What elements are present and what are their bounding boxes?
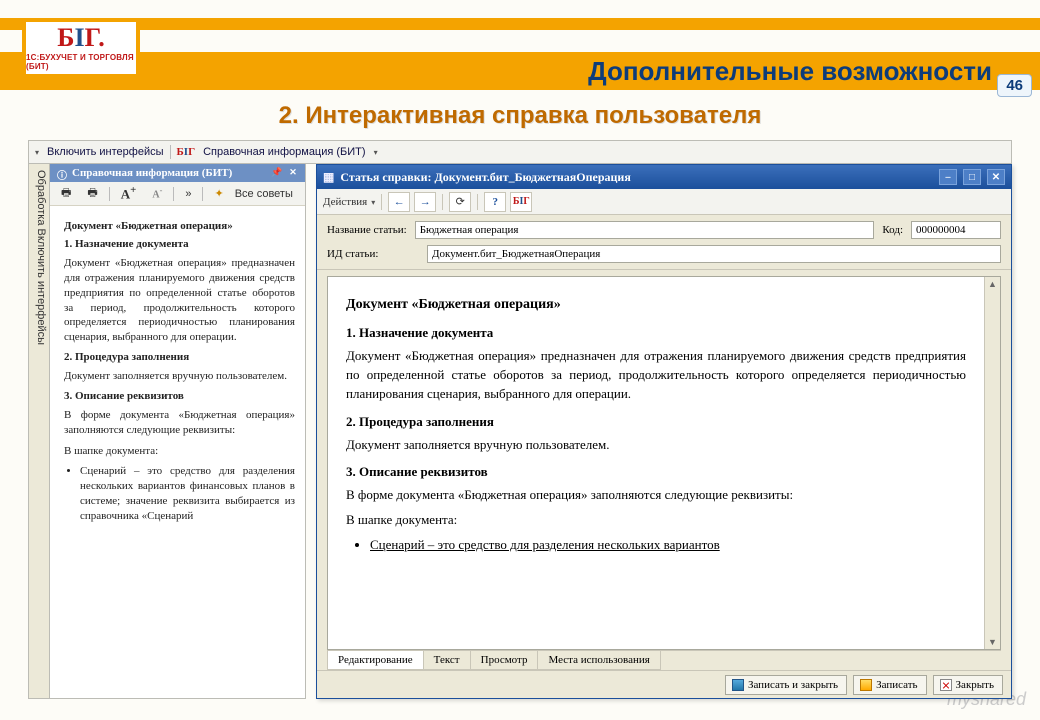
input-article-id[interactable] [427, 245, 1001, 263]
close-button[interactable]: ✕ [987, 169, 1005, 185]
logo-subtext: 1С:БУХУЧЕТ И ТОРГОВЛЯ (БИТ) [26, 53, 136, 71]
all-tips-link[interactable]: Все советы [235, 188, 293, 200]
tab-edit[interactable]: Редактирование [327, 651, 424, 670]
actions-menu[interactable]: Действия [323, 196, 367, 208]
scroll-down-icon[interactable]: ▼ [988, 637, 997, 647]
doc-p1: Документ «Бюджетная операция» предназнач… [346, 347, 966, 404]
dropdown-icon[interactable] [371, 196, 375, 208]
font-decrease-button[interactable]: A- [147, 184, 167, 202]
refresh-button[interactable] [449, 192, 471, 212]
tips-icon[interactable] [209, 185, 228, 202]
help-section-1-head: 1. Назначение документа [64, 238, 295, 250]
label-article-name: Название статьи: [327, 224, 407, 236]
brand-bar-top [0, 18, 1040, 30]
font-increase-button[interactable]: A+ [116, 182, 142, 204]
tab-view[interactable]: Просмотр [470, 651, 539, 670]
help-section-3-body: В форме документа «Бюджетная операция» з… [64, 408, 295, 438]
input-article-code[interactable] [911, 221, 1001, 239]
help-section-2-body: Документ заполняется вручную пользовател… [64, 369, 295, 384]
separator [170, 145, 171, 159]
bit-logo-button[interactable]: БІГ [510, 192, 532, 212]
menu-include-interfaces[interactable]: Включить интерфейсы [45, 146, 166, 158]
brand-logo: БІГ. 1С:БУХУЧЕТ И ТОРГОВЛЯ (БИТ) [22, 18, 140, 78]
close-button[interactable]: Закрыть [933, 675, 1003, 695]
help-panel: ⓘ Справочная информация (БИТ) A+ A- » Вс… [50, 164, 306, 699]
help-panel-titlebar: ⓘ Справочная информация (БИТ) [50, 164, 305, 182]
doc-title: Документ «Бюджетная операция» [346, 297, 966, 313]
help-panel-toolbar: A+ A- » Все советы [50, 182, 305, 206]
chevrons-icon[interactable]: » [180, 186, 196, 202]
help-section-3-sub: В шапке документа: [64, 444, 295, 459]
forward-button[interactable] [414, 192, 436, 212]
menu-help-tab[interactable]: Справочная информация (БИТ) [201, 146, 367, 158]
doc-n3: 3. Описание реквизитов [346, 464, 966, 480]
save-button[interactable]: Записать [853, 675, 926, 695]
separator [202, 187, 203, 201]
label-article-code: Код: [882, 224, 903, 236]
slide-header: БІГ. 1С:БУХУЧЕТ И ТОРГОВЛЯ (БИТ) Дополни… [0, 0, 1040, 90]
article-titlebar: Статья справки: Документ.бит_БюджетнаяОп… [317, 165, 1011, 189]
doc-p3: В форме документа «Бюджетная операция» з… [346, 486, 966, 505]
help-doc-title: Документ «Бюджетная операция» [64, 220, 295, 232]
dropdown-icon[interactable] [33, 147, 41, 157]
doc-n2: 2. Процедура заполнения [346, 414, 966, 430]
print-button[interactable] [56, 182, 76, 205]
article-fields: Название статьи: Код: ИД статьи: [317, 215, 1011, 270]
save-close-button[interactable]: Записать и закрыть [725, 675, 847, 695]
doc-li1: Сценарий – это средство для разделения н… [370, 536, 966, 555]
scroll-up-icon[interactable]: ▲ [988, 279, 997, 289]
minimize-button[interactable]: – [939, 169, 957, 185]
doc-n1: 1. Назначение документа [346, 325, 966, 341]
help-section-3-head: 3. Описание реквизитов [64, 390, 295, 402]
article-window-title: Статья справки: Документ.бит_БюджетнаяОп… [340, 170, 630, 185]
article-toolbar: Действия БІГ [317, 189, 1011, 215]
slide-subtitle: 2. Интерактивная справка пользователя [0, 102, 1040, 130]
article-tabs: Редактирование Текст Просмотр Места испо… [327, 650, 1001, 670]
article-content[interactable]: Документ «Бюджетная операция» 1. Назначе… [328, 277, 984, 649]
article-footer: Записать и закрыть Записать Закрыть [317, 670, 1011, 698]
print-preview-button[interactable] [82, 182, 102, 205]
scrollbar[interactable]: ▲ ▼ [984, 277, 1000, 649]
document-icon [323, 170, 334, 185]
app-window: Включить интерфейсы БІГ Справочная инфор… [28, 140, 1012, 700]
vertical-side-tab[interactable]: Обработка Включить интерфейсы [28, 164, 50, 699]
label-article-id: ИД статьи: [327, 248, 419, 260]
pin-icon[interactable] [271, 167, 283, 179]
help-icon: ⓘ [56, 167, 68, 179]
dropdown-icon[interactable] [372, 147, 380, 157]
help-panel-title: Справочная информация (БИТ) [72, 167, 232, 179]
doc-p2: Документ заполняется вручную пользовател… [346, 436, 966, 455]
help-bullet-1: Сценарий – это средство для разделения н… [80, 464, 295, 523]
doc-p4: В шапке документа: [346, 511, 966, 530]
tab-usage[interactable]: Места использования [537, 651, 660, 670]
back-button[interactable] [388, 192, 410, 212]
help-section-1-body: Документ «Бюджетная операция» предназнач… [64, 256, 295, 345]
page-number-badge: 46 [997, 74, 1032, 97]
separator [109, 187, 110, 201]
help-section-2-head: 2. Процедура заполнения [64, 351, 295, 363]
input-article-name[interactable] [415, 221, 875, 239]
separator [173, 187, 174, 201]
slide-title: Дополнительные возможности [588, 52, 992, 90]
logo-text: БІГ. [57, 25, 104, 51]
help-button[interactable] [484, 192, 506, 212]
maximize-button[interactable]: □ [963, 169, 981, 185]
tab-text[interactable]: Текст [423, 651, 471, 670]
help-panel-body: Документ «Бюджетная операция» 1. Назначе… [50, 206, 305, 698]
article-editor: Документ «Бюджетная операция» 1. Назначе… [327, 276, 1001, 650]
brand-mini-icon: БІГ [177, 146, 196, 158]
article-window: Статья справки: Документ.бит_БюджетнаяОп… [316, 164, 1012, 699]
close-icon[interactable] [287, 167, 299, 179]
workspace: Обработка Включить интерфейсы ⓘ Справочн… [28, 164, 1012, 699]
app-menubar: Включить интерфейсы БІГ Справочная инфор… [28, 140, 1012, 164]
